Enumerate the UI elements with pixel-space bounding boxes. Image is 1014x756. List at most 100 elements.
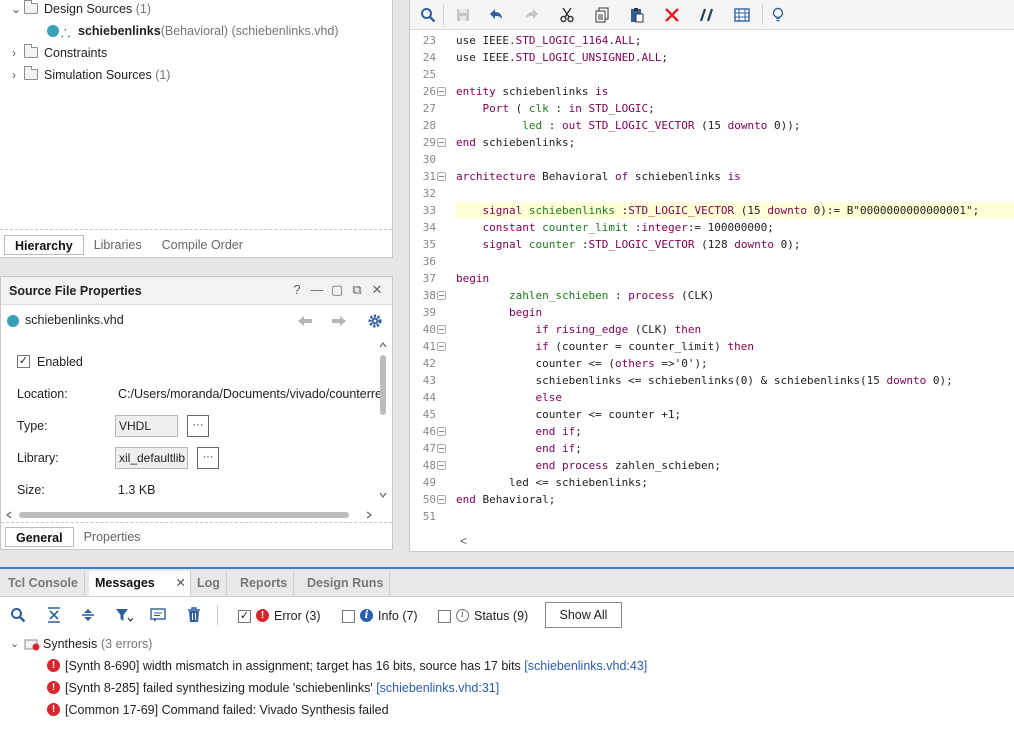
save-icon[interactable]	[453, 5, 473, 25]
console-tabs: Tcl Console Messages ✕ Log Reports Design…	[0, 569, 1014, 597]
code-line[interactable]: if rising_edge (CLK) then	[456, 321, 701, 338]
paste-icon[interactable]	[627, 5, 647, 25]
tab-reports[interactable]: Reports	[234, 571, 295, 596]
code-line[interactable]: end process zahlen_schieben;	[456, 457, 720, 474]
help-icon[interactable]: ?	[290, 283, 304, 297]
code-line[interactable]: schiebenlinks <= schiebenlinks(0) & schi…	[456, 372, 952, 389]
code-token: :	[542, 119, 562, 132]
code-line[interactable]: begin	[456, 304, 542, 321]
tab-compile-order[interactable]: Compile Order	[152, 235, 253, 255]
message-row[interactable]: ! [Synth 8-285] failed synthesizing modu…	[0, 677, 1012, 699]
code-line[interactable]: else	[456, 389, 562, 406]
source-link[interactable]: [schiebenlinks.vhd:43]	[524, 659, 647, 673]
message-row[interactable]: ! [Common 17-69] Command failed: Vivado …	[0, 699, 1012, 721]
library-field[interactable]: xil_defaultlib	[115, 447, 188, 469]
code-line[interactable]: use IEEE.STD_LOGIC_UNSIGNED.ALL;	[456, 49, 668, 66]
info-filter-checkbox[interactable]	[342, 610, 355, 623]
tab-messages[interactable]: Messages ✕	[89, 571, 191, 596]
fold-marker-icon[interactable]	[437, 461, 446, 470]
redo-icon[interactable]	[522, 5, 542, 25]
code-line[interactable]: counter <= (others =>'0');	[456, 355, 707, 372]
tab-general[interactable]: General	[5, 527, 74, 547]
library-browse-button[interactable]: ···	[197, 447, 219, 469]
line-number: 46	[422, 425, 436, 438]
tab-log[interactable]: Log	[191, 571, 227, 596]
tab-tcl-console[interactable]: Tcl Console	[2, 571, 85, 596]
fold-marker-icon[interactable]	[437, 291, 446, 300]
search-icon[interactable]	[418, 5, 438, 25]
collapse-arrow-icon[interactable]: ⌄	[10, 0, 22, 19]
code-line[interactable]: if (counter = counter_limit) then	[456, 338, 754, 355]
vertical-scrollbar[interactable]	[378, 341, 388, 501]
expand-all-icon[interactable]	[78, 605, 98, 625]
code-line[interactable]: begin	[456, 270, 489, 287]
fold-marker-icon[interactable]	[437, 325, 446, 334]
source-link[interactable]: [schiebenlinks.vhd:31]	[376, 681, 499, 695]
type-field[interactable]: VHDL	[115, 415, 178, 437]
code-token: others	[614, 357, 655, 370]
synthesis-group-row[interactable]: ⌄ Synthesis (3 errors)	[0, 633, 1012, 655]
code-line[interactable]: end if;	[456, 423, 581, 440]
tab-libraries[interactable]: Libraries	[84, 235, 152, 255]
tab-hierarchy[interactable]: Hierarchy	[4, 235, 84, 255]
tab-design-runs[interactable]: Design Runs	[301, 571, 391, 596]
fold-marker-icon[interactable]	[437, 444, 446, 453]
code-line[interactable]: end schiebenlinks;	[456, 134, 575, 151]
code-token: then	[674, 323, 702, 336]
code-line[interactable]: signal schiebenlinks :STD_LOGIC_VECTOR (…	[456, 202, 980, 219]
code-line[interactable]: use IEEE.STD_LOGIC_1164.ALL;	[456, 32, 641, 49]
search-icon[interactable]	[8, 605, 28, 625]
code-line[interactable]: constant counter_limit :integer:= 100000…	[456, 219, 774, 236]
maximize-icon[interactable]: ▢	[330, 283, 344, 297]
code-line[interactable]: end if;	[456, 440, 581, 457]
code-line[interactable]: led <= schiebenlinks;	[456, 474, 648, 491]
cut-icon[interactable]	[557, 5, 577, 25]
fold-marker-icon[interactable]	[437, 172, 446, 181]
minimize-icon[interactable]: —	[310, 283, 324, 297]
undo-icon[interactable]	[486, 5, 506, 25]
expand-arrow-icon[interactable]: ›	[8, 65, 20, 85]
message-row[interactable]: ! [Synth 8-690] width mismatch in assign…	[0, 655, 1012, 677]
code-line[interactable]: signal counter :STD_LOGIC_VECTOR (128 do…	[456, 236, 801, 253]
line-number: 37	[422, 272, 436, 285]
close-icon[interactable]: ✕	[370, 283, 384, 297]
lightbulb-icon[interactable]	[768, 5, 788, 25]
delete-icon[interactable]	[662, 5, 682, 25]
tab-properties[interactable]: Properties	[74, 527, 151, 547]
close-tab-icon[interactable]: ✕	[176, 571, 186, 596]
fold-marker-icon[interactable]	[437, 495, 446, 504]
code-line[interactable]: counter <= counter +1;	[456, 406, 681, 423]
code-line[interactable]: led : out STD_LOGIC_VECTOR (15 downto 0)…	[456, 117, 800, 134]
collapse-all-icon[interactable]	[44, 605, 64, 625]
comment-toggle-icon[interactable]	[697, 5, 717, 25]
collapse-arrow-icon[interactable]: ⌄	[10, 633, 19, 655]
fold-marker-icon[interactable]	[437, 87, 446, 96]
editor-horizontal-scrollbar[interactable]: <	[410, 534, 1014, 550]
show-all-button[interactable]: Show All	[545, 602, 622, 628]
fold-marker-icon[interactable]	[437, 138, 446, 147]
float-icon[interactable]: ⧉	[350, 283, 364, 297]
fold-marker-icon[interactable]	[437, 342, 446, 351]
code-line[interactable]: architecture Behavioral of schiebenlinks…	[456, 168, 741, 185]
trash-icon[interactable]	[184, 605, 204, 625]
settings-gear-icon[interactable]	[367, 313, 383, 329]
scroll-left-arrow-icon[interactable]: <	[460, 534, 467, 548]
code-line[interactable]: entity schiebenlinks is	[456, 83, 608, 100]
status-filter-checkbox[interactable]	[438, 610, 451, 623]
type-browse-button[interactable]: ···	[187, 415, 209, 437]
filter-icon[interactable]	[114, 605, 134, 625]
copy-icon[interactable]	[592, 5, 612, 25]
code-area[interactable]: 23 use IEEE.STD_LOGIC_1164.ALL; 24 use IEEE…	[410, 32, 1014, 532]
enabled-checkbox[interactable]: ✓	[17, 355, 30, 368]
message-icon[interactable]	[148, 605, 168, 625]
back-arrow-icon[interactable]	[297, 315, 313, 327]
error-filter-checkbox[interactable]: ✓	[238, 610, 251, 623]
horizontal-scrollbar[interactable]	[5, 509, 377, 519]
expand-arrow-icon[interactable]: ›	[8, 43, 20, 63]
code-line[interactable]: Port ( clk : in STD_LOGIC;	[456, 100, 655, 117]
column-view-icon[interactable]	[732, 5, 752, 25]
code-line[interactable]: end Behavioral;	[456, 491, 555, 508]
code-line[interactable]: zahlen_schieben : process (CLK)	[456, 287, 714, 304]
fold-marker-icon[interactable]	[437, 427, 446, 436]
forward-arrow-icon[interactable]	[331, 315, 347, 327]
